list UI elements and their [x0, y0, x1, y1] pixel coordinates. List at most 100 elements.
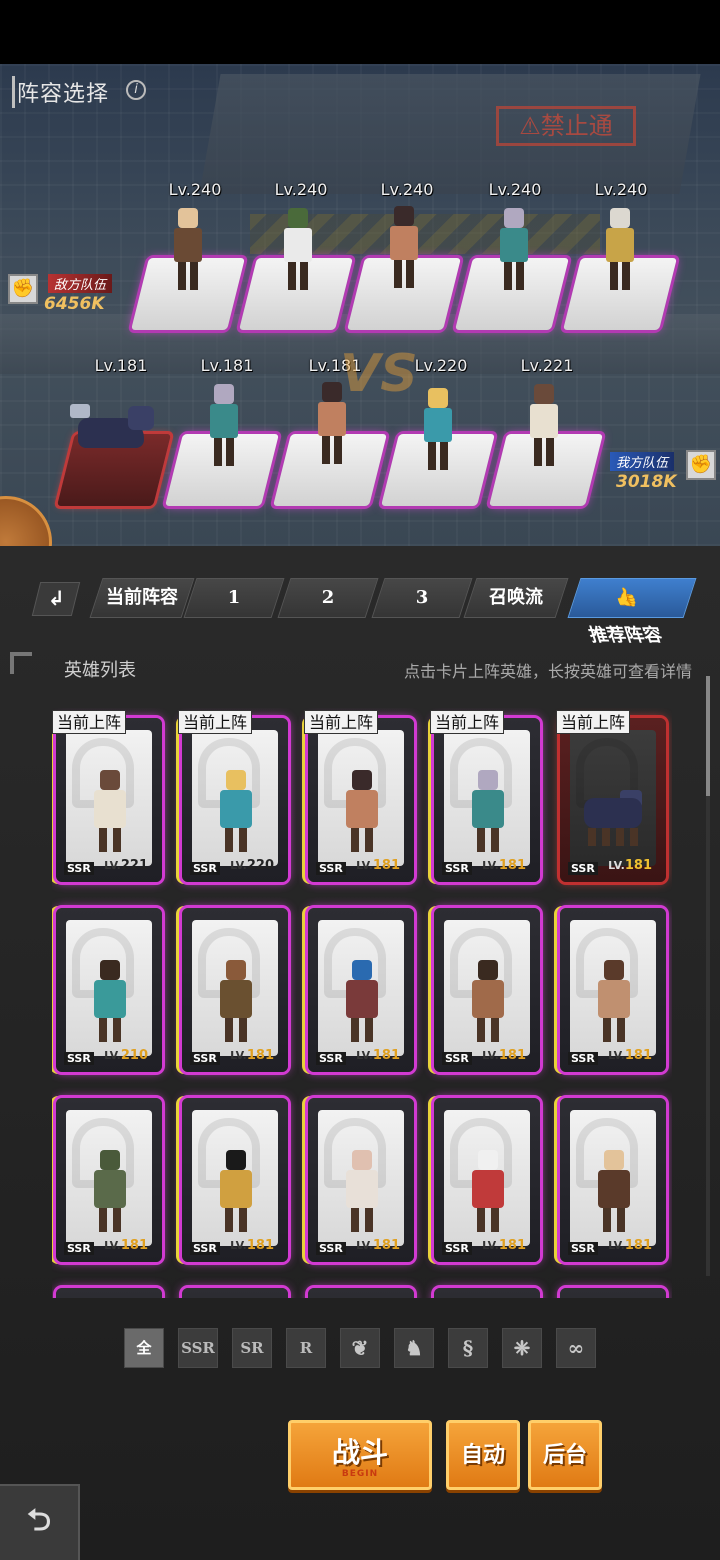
hero-level: LV.181 — [608, 858, 652, 873]
ally-level: Lv.181 — [94, 356, 148, 375]
rarity-badge: SSR — [64, 1052, 94, 1065]
hero-card-partial[interactable] — [56, 1280, 162, 1298]
rarity-badge: SSR — [316, 862, 346, 875]
auto-button[interactable]: 自动 — [446, 1420, 520, 1490]
hero-level: LV.181 — [104, 1238, 148, 1253]
rarity-badge: SSR — [442, 1052, 472, 1065]
hero-card[interactable]: SSR LV.181 — [434, 900, 540, 1072]
hero-card-partial[interactable] — [182, 1280, 288, 1298]
rarity-badge: SSR — [64, 1242, 94, 1255]
hero-card[interactable]: SSR LV.181 — [560, 1090, 666, 1262]
hero-level: LV.181 — [608, 1048, 652, 1063]
deployed-tag: 当前上阵 — [52, 710, 127, 734]
rarity-badge: SSR — [568, 1242, 598, 1255]
hero-portrait — [318, 1110, 404, 1246]
hero-portrait — [570, 920, 656, 1056]
ally-hero-sprite[interactable] — [522, 384, 566, 468]
enemy-hero-sprite[interactable] — [166, 208, 210, 292]
hero-card[interactable]: SSR LV.181 — [308, 900, 414, 1072]
faction-infinity-icon[interactable]: ∞ — [556, 1328, 596, 1368]
fist-icon: ✊ — [686, 450, 716, 480]
enemy-team-name: 敌方队伍 — [48, 274, 113, 293]
hero-level: LV.181 — [230, 1238, 274, 1253]
rarity-badge: SSR — [442, 862, 472, 875]
hero-portrait — [318, 730, 404, 866]
hero-level: LV.181 — [356, 858, 400, 873]
hero-level: LV.181 — [482, 858, 526, 873]
ally-team-badge[interactable]: 我方队伍 3018K ✊ — [606, 448, 720, 494]
hero-card[interactable]: SSR LV.220 当前上阵 — [178, 710, 288, 882]
filter-ssr-button[interactable]: SSR — [178, 1328, 218, 1368]
hero-level: LV.181 — [230, 1048, 274, 1063]
hero-level: LV.221 — [104, 858, 148, 873]
hero-card[interactable]: SSR LV.181 当前上阵 — [304, 710, 414, 882]
filter-all-button[interactable]: 全 — [124, 1328, 164, 1368]
hero-level: LV.210 — [104, 1048, 148, 1063]
enemy-team-badge[interactable]: ✊ 敌方队伍 6456K — [0, 268, 120, 314]
hero-level: LV.181 — [608, 1238, 652, 1253]
card-frame — [434, 1288, 540, 1298]
deployed-tag: 当前上阵 — [178, 710, 253, 734]
back-button[interactable]: ⮌ — [0, 1484, 80, 1560]
tab-preset-2[interactable]: 2 — [277, 578, 379, 618]
rarity-badge: SSR — [568, 862, 598, 875]
faction-wing-icon[interactable]: ❈ — [502, 1328, 542, 1368]
forbidden-sign: ⚠禁止通 — [496, 106, 636, 146]
filter-sr-button[interactable]: SR — [232, 1328, 272, 1368]
faction-eagle-icon[interactable]: ❦ — [340, 1328, 380, 1368]
enemy-level: Lv.240 — [488, 180, 542, 199]
tab-preset-3[interactable]: 3 — [371, 578, 473, 618]
fight-button-sublabel: BEGIN — [341, 1469, 379, 1479]
hero-card[interactable]: SSR LV.181 — [434, 1090, 540, 1262]
info-icon[interactable]: i — [126, 80, 146, 100]
hero-portrait — [318, 920, 404, 1056]
hero-level: LV.181 — [356, 1238, 400, 1253]
arrow-down-icon: ↲ — [47, 586, 65, 610]
hero-list-scroll-thumb[interactable] — [706, 676, 710, 796]
ally-beast-sprite[interactable] — [70, 404, 156, 460]
hero-card-partial[interactable] — [434, 1280, 540, 1298]
tab-preset-1[interactable]: 1 — [183, 578, 285, 618]
enemy-hero-sprite[interactable] — [276, 208, 320, 292]
tab-summon-build[interactable]: 召唤流 — [463, 578, 569, 618]
hero-card-partial[interactable] — [560, 1280, 666, 1298]
card-frame — [560, 1288, 666, 1298]
fight-button[interactable]: 战斗 BEGIN — [288, 1420, 432, 1490]
ally-team-power: 3018K — [616, 472, 677, 492]
enemy-level: Lv.240 — [168, 180, 222, 199]
rarity-badge: SSR — [190, 862, 220, 875]
hero-card[interactable]: SSR LV.221 当前上阵 — [52, 710, 162, 882]
rarity-badge: SSR — [190, 1242, 220, 1255]
tab-current-lineup[interactable]: 当前阵容 — [89, 578, 195, 618]
ally-hero-sprite[interactable] — [416, 388, 460, 472]
hero-card[interactable]: SSR LV.181 — [182, 900, 288, 1072]
section-corner-decor — [10, 652, 32, 674]
ally-team-name: 我方队伍 — [610, 452, 675, 471]
ally-hero-sprite[interactable] — [202, 384, 246, 468]
hero-card[interactable]: SSR LV.181 — [56, 1090, 162, 1262]
hero-card[interactable]: SSR LV.181 当前上阵 — [430, 710, 540, 882]
hero-level: LV.220 — [230, 858, 274, 873]
enemy-hero-sprite[interactable] — [492, 208, 536, 292]
tab-recommended-lineup[interactable]: 👍 推荐阵容 — [567, 578, 697, 646]
hero-card[interactable]: SSR LV.181 — [308, 1090, 414, 1262]
hero-card-partial[interactable] — [308, 1280, 414, 1298]
hero-card[interactable]: SSR LV.181 — [560, 900, 666, 1072]
collapse-button[interactable]: ↲ — [31, 582, 81, 616]
hero-card[interactable]: SSR LV.210 — [56, 900, 162, 1072]
enemy-hero-sprite[interactable] — [382, 206, 426, 290]
faction-wolf-icon[interactable]: ♞ — [394, 1328, 434, 1368]
hero-list-hint: 点击卡片上阵英雄，长按英雄可查看详情 — [403, 662, 692, 681]
faction-dragon-icon[interactable]: § — [448, 1328, 488, 1368]
enemy-level: Lv.240 — [594, 180, 648, 199]
enemy-hero-sprite[interactable] — [598, 208, 642, 292]
background-button[interactable]: 后台 — [528, 1420, 602, 1490]
hero-card[interactable]: SSR LV.181 当前上阵 — [556, 710, 666, 882]
ally-hero-sprite[interactable] — [310, 382, 354, 466]
filter-r-button[interactable]: R — [286, 1328, 326, 1368]
thumbs-up-icon: 👍 — [611, 587, 641, 608]
rarity-badge: SSR — [316, 1242, 346, 1255]
player-avatar[interactable] — [0, 496, 52, 546]
fist-icon: ✊ — [8, 274, 38, 304]
hero-card[interactable]: SSR LV.181 — [182, 1090, 288, 1262]
